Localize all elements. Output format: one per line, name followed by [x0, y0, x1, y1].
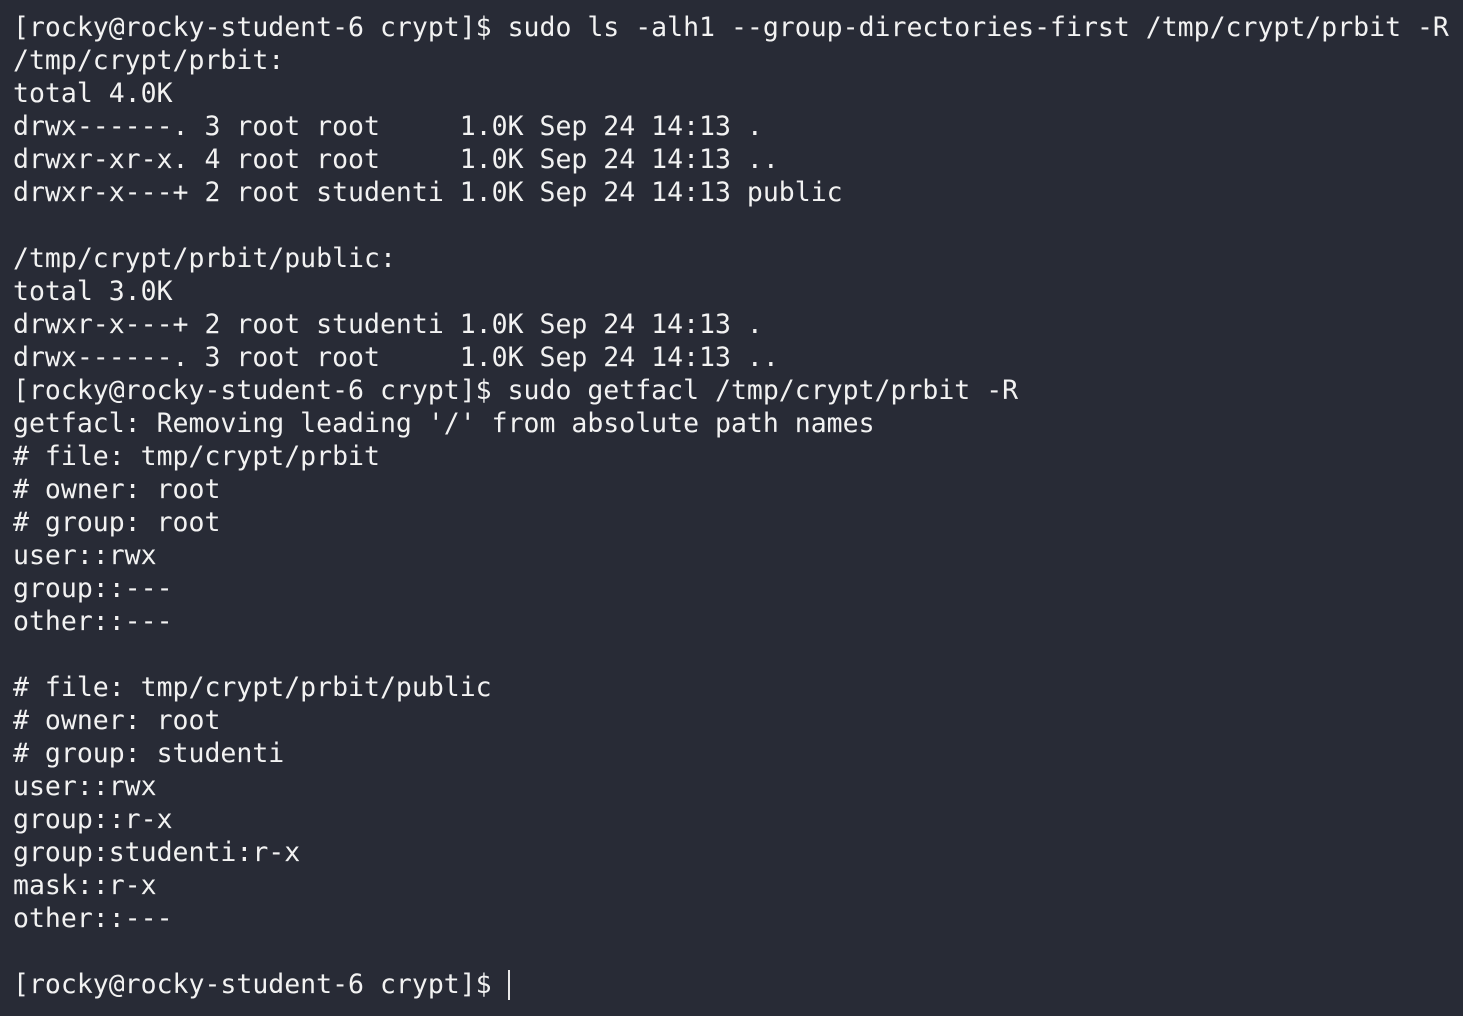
terminal-window[interactable]: [rocky@rocky-student-6 crypt]$ sudo ls -… — [0, 0, 1463, 1016]
terminal-line: user::rwx — [13, 771, 157, 802]
terminal-line: group:studenti:r-x — [13, 837, 301, 868]
terminal-line: [rocky@rocky-student-6 crypt]$ sudo ls -… — [13, 12, 1449, 43]
terminal-line: getfacl: Removing leading '/' from absol… — [13, 408, 875, 439]
terminal-prompt-line[interactable]: [rocky@rocky-student-6 crypt]$ — [13, 968, 1463, 1001]
terminal-line: drwx------. 3 root root 1.0K Sep 24 14:1… — [13, 342, 779, 373]
terminal-line: drwxr-xr-x. 4 root root 1.0K Sep 24 14:1… — [13, 144, 779, 175]
terminal-line: drwxr-x---+ 2 root studenti 1.0K Sep 24 … — [13, 309, 763, 340]
text-cursor — [507, 969, 510, 1000]
terminal-line: other::--- — [13, 903, 173, 934]
terminal-line: # group: studenti — [13, 738, 285, 769]
terminal-line: drwx------. 3 root root 1.0K Sep 24 14:1… — [13, 111, 763, 142]
terminal-line: [rocky@rocky-student-6 crypt]$ sudo getf… — [13, 375, 1019, 406]
terminal-line: mask::r-x — [13, 870, 157, 901]
terminal-output: [rocky@rocky-student-6 crypt]$ sudo ls -… — [13, 11, 1463, 968]
terminal-line: other::--- — [13, 606, 173, 637]
terminal-line: # owner: root — [13, 474, 221, 505]
terminal-line: /tmp/crypt/prbit: — [13, 45, 285, 76]
terminal-line: total 3.0K — [13, 276, 173, 307]
terminal-line: /tmp/crypt/prbit/public: — [13, 243, 396, 274]
shell-prompt: [rocky@rocky-student-6 crypt]$ — [13, 969, 492, 1000]
terminal-line: # group: root — [13, 507, 221, 538]
terminal-line: # owner: root — [13, 705, 221, 736]
terminal-line: # file: tmp/crypt/prbit — [13, 441, 380, 472]
terminal-line: user::rwx — [13, 540, 157, 571]
terminal-line: drwxr-x---+ 2 root studenti 1.0K Sep 24 … — [13, 177, 843, 208]
terminal-line: total 4.0K — [13, 78, 173, 109]
terminal-line: # file: tmp/crypt/prbit/public — [13, 672, 492, 703]
terminal-line: group::--- — [13, 573, 173, 604]
terminal-line: group::r-x — [13, 804, 173, 835]
